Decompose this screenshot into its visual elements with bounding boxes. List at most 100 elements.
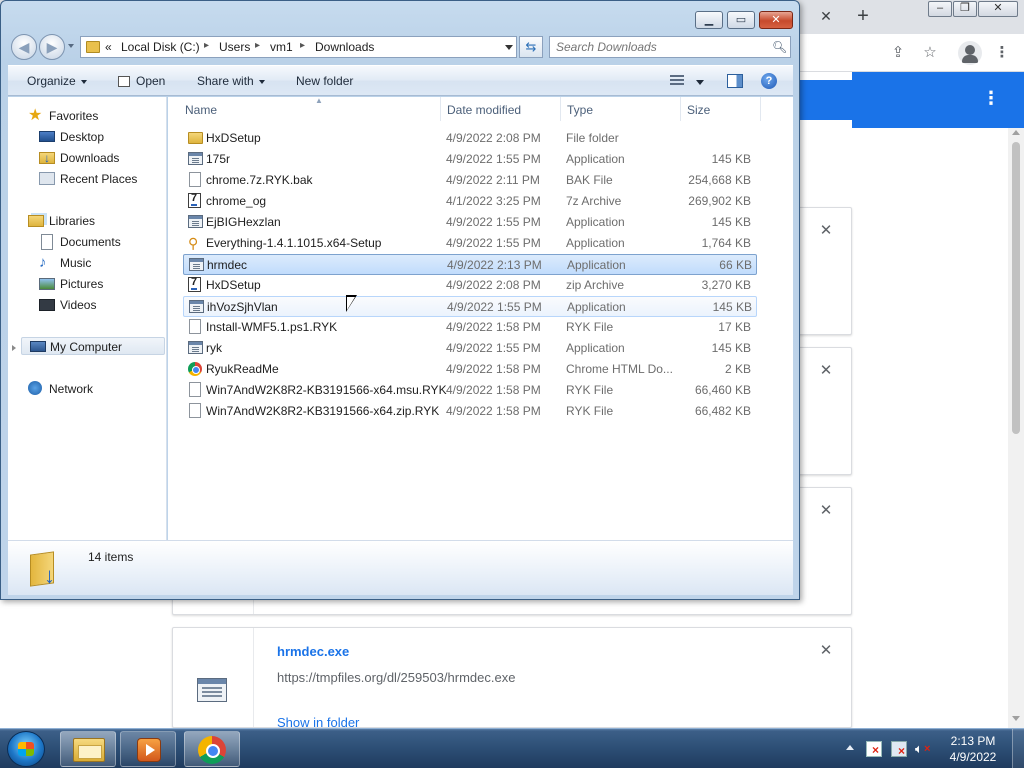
nav-videos[interactable]: Videos	[39, 296, 159, 314]
chrome-menu-icon[interactable]: ⋮	[992, 43, 1012, 63]
breadcrumb-overflow[interactable]: «	[105, 40, 112, 54]
start-button[interactable]	[7, 731, 45, 767]
column-header-name[interactable]: Name ▲	[179, 96, 441, 121]
organize-menu[interactable]: Organize	[27, 74, 87, 88]
nav-recent-places[interactable]: Recent Places	[39, 170, 159, 188]
nav-pictures[interactable]: Pictures	[39, 275, 159, 293]
tab-close-icon[interactable]: ✕	[818, 8, 834, 24]
nav-my-computer[interactable]: My Computer	[21, 337, 165, 355]
action-center-icon[interactable]	[866, 741, 882, 757]
remove-download-icon[interactable]: ✕	[819, 363, 833, 378]
chevron-down-icon[interactable]	[696, 80, 704, 85]
search-icon[interactable]: 🔍︎	[772, 40, 787, 54]
file-row[interactable]: chrome.7z.RYK.bak 4/9/2022 2:11 PM BAK Fil…	[183, 170, 757, 191]
profile-avatar-icon[interactable]	[958, 41, 982, 65]
blank-file-icon	[189, 403, 201, 418]
chrome-minimize-button[interactable]: –	[928, 1, 952, 17]
network-status-icon[interactable]	[891, 741, 907, 757]
breadcrumb-separator-icon[interactable]: ▸	[255, 40, 260, 51]
recent-pages-dropdown-icon[interactable]	[68, 44, 74, 48]
file-row[interactable]: HxDSetup 4/9/2022 2:08 PM zip Archive 3,270…	[183, 275, 757, 296]
file-row[interactable]: ihVozSjhVlan 4/9/2022 1:55 PM Application 1…	[183, 296, 757, 317]
nav-desktop[interactable]: Desktop	[39, 128, 159, 146]
search-box[interactable]: 🔍︎	[549, 36, 791, 58]
minimize-button[interactable]: ▁	[695, 11, 723, 29]
file-size: 66,482 KB	[694, 404, 751, 418]
breadcrumb-local-disk[interactable]: Local Disk (C:)	[121, 40, 200, 54]
forward-button[interactable]: ▶	[39, 34, 65, 60]
page-scrollbar[interactable]	[1008, 128, 1024, 728]
file-row[interactable]: ⚲ Everything-1.4.1.1015.x64-Setup 4/9/2022…	[183, 233, 757, 254]
file-name: Everything-1.4.1.1015.x64-Setup	[206, 236, 382, 250]
bookmark-star-icon[interactable]: ☆	[920, 43, 940, 63]
maximize-button[interactable]: ▭	[727, 11, 755, 29]
volume-muted-icon[interactable]: 🔈︎	[915, 741, 931, 757]
file-row[interactable]: Win7AndW2K8R2-KB3191566-x64.zip.RYK 4/9/2…	[183, 401, 757, 422]
share-with-menu[interactable]: Share with	[197, 74, 265, 88]
scrollbar-thumb[interactable]	[1012, 142, 1020, 434]
computer-icon	[30, 341, 46, 352]
refresh-button[interactable]: ⇆	[519, 36, 543, 58]
show-desktop-button[interactable]	[1012, 729, 1024, 768]
breadcrumb-separator-icon[interactable]: ▸	[204, 40, 209, 51]
preview-pane-icon[interactable]	[727, 74, 743, 88]
file-size: 66,460 KB	[694, 383, 751, 397]
scroll-up-icon[interactable]	[1012, 130, 1020, 135]
nav-documents[interactable]: Documents	[39, 233, 159, 251]
remove-download-icon[interactable]: ✕	[819, 503, 833, 518]
nav-network[interactable]: Network	[28, 380, 158, 398]
file-name: chrome_og	[206, 194, 267, 208]
file-row[interactable]: Win7AndW2K8R2-KB3191566-x64.msu.RYK 4/9/2…	[183, 380, 757, 401]
breadcrumb-downloads[interactable]: Downloads	[315, 40, 374, 54]
open-button[interactable]: Open	[118, 74, 165, 88]
remove-download-icon[interactable]: ✕	[819, 643, 833, 658]
download-filename-link[interactable]: hrmdec.exe	[277, 644, 349, 659]
new-folder-button[interactable]: New folder	[296, 74, 353, 88]
file-size: 145 KB	[711, 215, 751, 229]
back-button[interactable]: ◀	[11, 34, 37, 60]
file-size: 269,902 KB	[688, 194, 751, 208]
chrome-close-button[interactable]: ✕	[978, 1, 1018, 17]
address-bar[interactable]: « Local Disk (C:) ▸ Users ▸ vm1 ▸ Downlo…	[80, 36, 517, 58]
file-row[interactable]: hrmdec 4/9/2022 2:13 PM Application 66 KB	[183, 254, 757, 275]
breadcrumb-separator-icon[interactable]: ▸	[300, 40, 305, 51]
breadcrumb-vm1[interactable]: vm1	[270, 40, 293, 54]
scroll-down-icon[interactable]	[1012, 716, 1020, 721]
nav-music[interactable]: ♪ Music	[39, 254, 159, 272]
file-name: ryk	[206, 341, 222, 355]
taskbar-chrome-button[interactable]	[184, 731, 240, 767]
chevron-down-icon	[258, 79, 265, 84]
close-button[interactable]: ✕	[759, 11, 793, 29]
downloads-menu-icon[interactable]: ⋮	[982, 88, 1000, 108]
chrome-icon	[198, 736, 226, 764]
file-row[interactable]: HxDSetup 4/9/2022 2:08 PM File folder	[183, 128, 757, 149]
nav-downloads[interactable]: Downloads	[39, 149, 159, 167]
share-icon[interactable]: ⇪	[888, 43, 908, 63]
column-header-type[interactable]: Type	[561, 97, 681, 121]
breadcrumb-users[interactable]: Users	[219, 40, 250, 54]
file-row[interactable]: 175r 4/9/2022 1:55 PM Application 145 KB	[183, 149, 757, 170]
file-row[interactable]: RyukReadMe 4/9/2022 1:58 PM Chrome HTML Do…	[183, 359, 757, 380]
system-clock[interactable]: 2:13 PM 4/9/2022	[940, 733, 1006, 765]
remove-download-icon[interactable]: ✕	[819, 223, 833, 238]
address-dropdown-icon[interactable]	[505, 45, 513, 50]
column-header-size[interactable]: Size	[681, 97, 761, 121]
show-hidden-icons-icon[interactable]	[846, 745, 854, 750]
nav-libraries[interactable]: Libraries	[28, 212, 158, 230]
file-row[interactable]: chrome_og 4/1/2022 3:25 PM 7z Archive 269,9…	[183, 191, 757, 212]
column-header-date[interactable]: Date modified	[441, 97, 561, 121]
chrome-restore-button[interactable]: ❐	[953, 1, 977, 17]
file-date-modified: 4/9/2022 1:58 PM	[446, 320, 541, 334]
taskbar-explorer-button[interactable]	[60, 731, 116, 767]
nav-favorites[interactable]: ★ Favorites	[28, 107, 158, 125]
file-row[interactable]: ryk 4/9/2022 1:55 PM Application 145 KB	[183, 338, 757, 359]
file-row[interactable]: Install-WMF5.1.ps1.RYK 4/9/2022 1:58 PM RY…	[183, 317, 757, 338]
taskbar-media-player-button[interactable]	[120, 731, 176, 767]
new-tab-icon[interactable]: +	[852, 5, 874, 27]
search-input[interactable]	[556, 39, 766, 55]
change-view-icon[interactable]	[670, 75, 684, 87]
expand-arrow-icon[interactable]	[12, 345, 16, 351]
file-row[interactable]: EjBIGHexzlan 4/9/2022 1:55 PM Application 1…	[183, 212, 757, 233]
file-date-modified: 4/1/2022 3:25 PM	[446, 194, 541, 208]
help-icon[interactable]: ?	[761, 73, 777, 89]
